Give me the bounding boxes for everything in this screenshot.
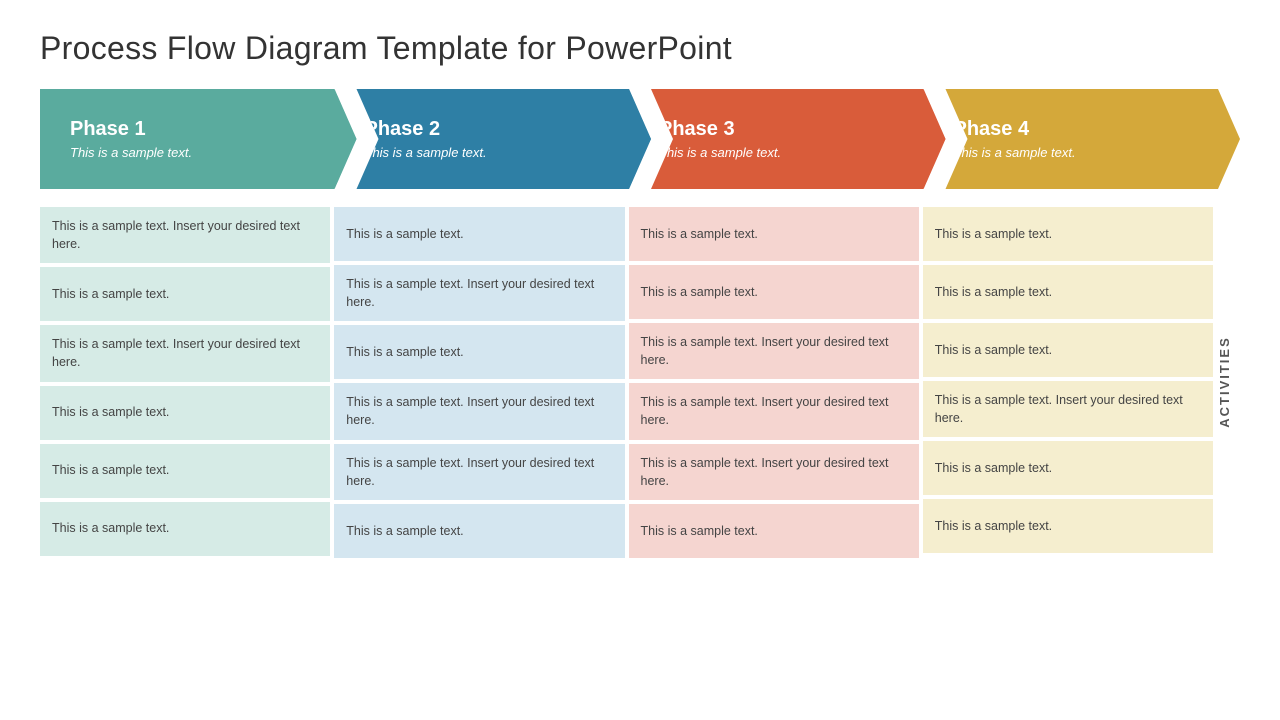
table-row: This is a sample text. Insert your desir…	[40, 207, 330, 263]
phase1-chevron: Phase 1 This is a sample text.	[40, 89, 357, 189]
table-row: This is a sample text. Insert your desir…	[629, 444, 919, 500]
phase1-sub: This is a sample text.	[70, 145, 327, 160]
table-row: This is a sample text.	[40, 386, 330, 440]
table-row: This is a sample text. Insert your desir…	[334, 383, 624, 439]
table-row: This is a sample text. Insert your desir…	[334, 265, 624, 321]
grid-col-2: This is a sample text.This is a sample t…	[334, 207, 628, 558]
phase1-title: Phase 1	[70, 118, 327, 141]
table-row: This is a sample text. Insert your desir…	[629, 383, 919, 439]
grid-col-4: This is a sample text.This is a sample t…	[923, 207, 1213, 558]
table-row: This is a sample text. Insert your desir…	[923, 381, 1213, 437]
table-row: This is a sample text.	[334, 325, 624, 379]
table-row: This is a sample text.	[629, 504, 919, 558]
phase2-chevron: Phase 2 This is a sample text.	[335, 89, 652, 189]
table-row: This is a sample text.	[40, 267, 330, 321]
phase2-sub: This is a sample text.	[365, 145, 622, 160]
phase4-title: Phase 4	[954, 118, 1211, 141]
table-row: This is a sample text.	[40, 502, 330, 556]
table-row: This is a sample text.	[923, 207, 1213, 261]
activities-label: ACTIVITIES	[1213, 207, 1240, 558]
table-row: This is a sample text.	[40, 444, 330, 498]
phase3-chevron: Phase 3 This is a sample text.	[629, 89, 946, 189]
phase4-chevron: Phase 4 This is a sample text.	[924, 89, 1241, 189]
table-row: This is a sample text. Insert your desir…	[40, 325, 330, 381]
page-title: Process Flow Diagram Template for PowerP…	[40, 30, 1240, 67]
data-grid: This is a sample text. Insert your desir…	[40, 207, 1213, 558]
table-row: This is a sample text. Insert your desir…	[629, 323, 919, 379]
table-row: This is a sample text.	[923, 441, 1213, 495]
phase3-title: Phase 3	[659, 118, 916, 141]
grid-col-1: This is a sample text. Insert your desir…	[40, 207, 334, 558]
phase3-sub: This is a sample text.	[659, 145, 916, 160]
phase4-sub: This is a sample text.	[954, 145, 1211, 160]
table-row: This is a sample text.	[334, 504, 624, 558]
chevron-banner: Phase 1 This is a sample text. Phase 2 T…	[40, 89, 1240, 189]
table-row: This is a sample text.	[923, 323, 1213, 377]
main-content: This is a sample text. Insert your desir…	[40, 207, 1240, 558]
table-row: This is a sample text.	[629, 265, 919, 319]
table-row: This is a sample text.	[923, 265, 1213, 319]
table-row: This is a sample text.	[923, 499, 1213, 553]
table-row: This is a sample text.	[334, 207, 624, 261]
table-row: This is a sample text.	[629, 207, 919, 261]
phase2-title: Phase 2	[365, 118, 622, 141]
grid-col-3: This is a sample text.This is a sample t…	[629, 207, 923, 558]
table-row: This is a sample text. Insert your desir…	[334, 444, 624, 500]
